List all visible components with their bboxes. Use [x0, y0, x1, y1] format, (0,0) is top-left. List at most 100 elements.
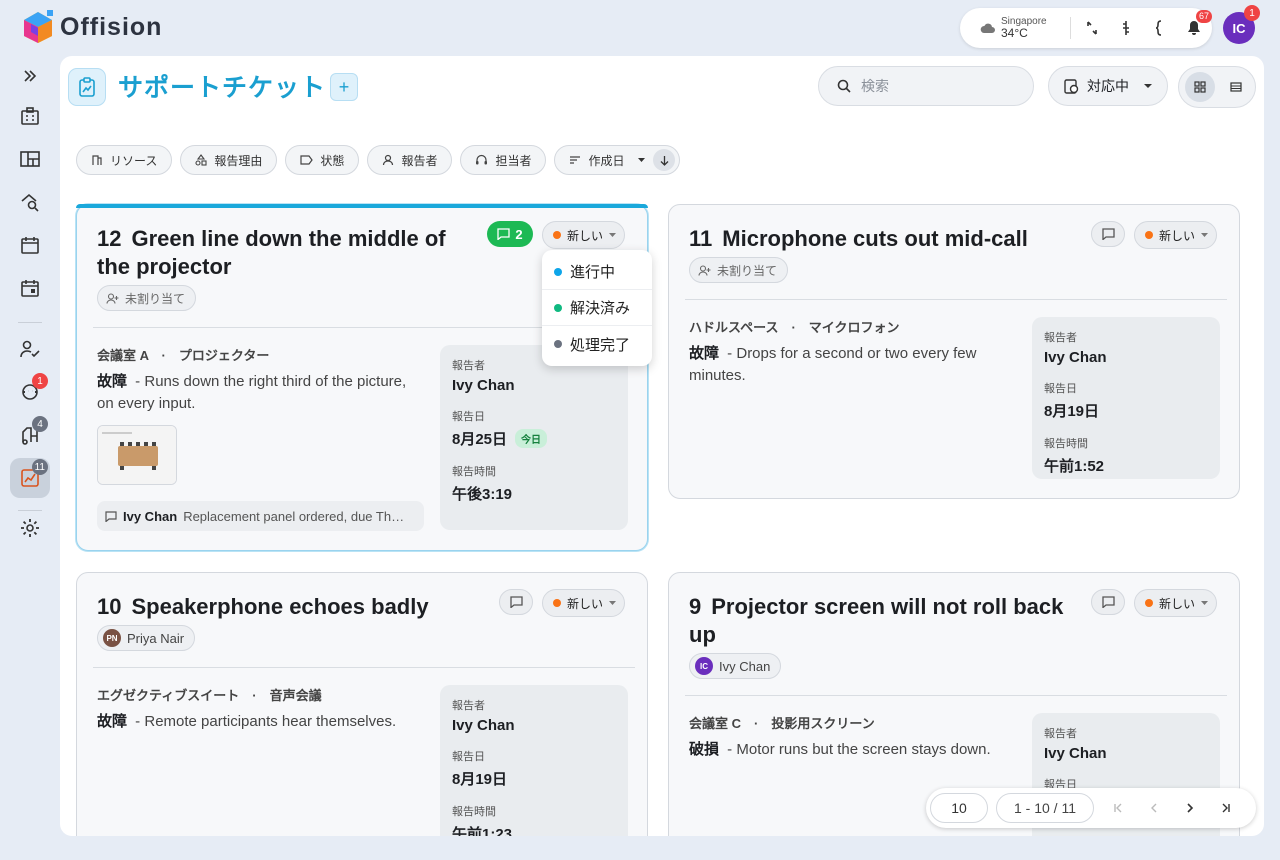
card-divider — [685, 299, 1227, 300]
scan-button[interactable] — [1109, 13, 1143, 43]
floorplan-icon — [20, 151, 40, 167]
ticket-title-text: Microphone cuts out mid-call — [722, 226, 1028, 251]
sidebar-item-support[interactable]: 1 — [10, 372, 50, 412]
grid-view-button[interactable] — [1185, 72, 1215, 102]
fullscreen-button[interactable] — [1075, 13, 1109, 43]
sort-created-date[interactable]: 作成日 — [554, 145, 681, 175]
app-logo[interactable]: Offision — [22, 10, 162, 44]
caret-down-icon — [609, 601, 617, 605]
latest-comment[interactable]: Ivy Chan Replacement panel ordered, due … — [97, 501, 424, 531]
sidebar-item-checkin[interactable] — [10, 329, 50, 369]
status-option-in-progress[interactable]: 進行中 — [542, 254, 652, 290]
person-add-icon — [106, 292, 119, 304]
status-option-resolved[interactable]: 解決済み — [542, 290, 652, 326]
status-filter-value: 対応中 — [1087, 78, 1129, 94]
next-page-button[interactable] — [1172, 793, 1208, 823]
sort-direction-button[interactable] — [653, 149, 676, 171]
comments-button[interactable] — [499, 589, 533, 615]
ticket-number: 12 — [97, 226, 122, 251]
cloud-icon — [980, 23, 995, 33]
status-dropdown-button[interactable]: 新しい — [1134, 589, 1218, 617]
prev-page-button[interactable] — [1136, 793, 1172, 823]
sidebar-item-settings[interactable] — [10, 508, 50, 548]
sidebar-item-search-space[interactable] — [10, 182, 50, 222]
reporter-label: 報告者 — [1044, 332, 1077, 344]
sidebar-expand-button[interactable] — [10, 56, 50, 96]
sidebar-item-floorplan[interactable] — [10, 139, 50, 179]
caret-down-icon — [1144, 84, 1152, 88]
resource-name: マイクロフォン — [808, 320, 900, 335]
card-divider — [685, 695, 1227, 696]
headset-icon — [476, 154, 488, 165]
filter-assignee[interactable]: 担当者 — [460, 145, 547, 175]
ticket-card[interactable]: 11 Microphone cuts out mid-call 新しい 未割り当て… — [668, 204, 1240, 499]
ticket-photo-thumbnail[interactable] — [97, 425, 177, 485]
description-text: Motor runs but the screen stays down. — [736, 741, 991, 758]
ticket-title[interactable]: 11 Microphone cuts out mid-call — [689, 225, 1069, 253]
description-text: Drops for a second or two every few minu… — [689, 345, 977, 384]
assignee-chip[interactable]: IC Ivy Chan — [689, 653, 782, 679]
status-dot — [1145, 599, 1153, 607]
ticket-title-text: Green line down the middle of the projec… — [97, 226, 446, 279]
reporter-name: Ivy Chan — [1044, 745, 1107, 762]
ticket-title[interactable]: 9 Projector screen will not roll back up — [689, 593, 1069, 649]
report-date-row: 8月25日 今日 — [452, 428, 616, 449]
report-time-label: 報告時間 — [452, 466, 496, 478]
ticket-location: 会議室 C · 投影用スクリーン — [689, 716, 875, 731]
assignee-chip[interactable]: PN Priya Nair — [97, 625, 196, 651]
notifications-button[interactable]: 67 — [1177, 10, 1212, 43]
card-divider — [93, 667, 635, 668]
comments-button[interactable] — [1091, 589, 1125, 615]
last-page-icon — [1222, 803, 1230, 813]
ticket-title[interactable]: 12 Green line down the middle of the proj… — [97, 225, 477, 281]
last-page-button[interactable] — [1208, 793, 1244, 823]
sidebar-item-equipment[interactable]: 4 — [10, 415, 50, 455]
filter-reason[interactable]: 報告理由 — [180, 145, 278, 175]
filter-status[interactable]: 状態 — [285, 145, 360, 175]
ticket-title[interactable]: 10 Speakerphone echoes badly — [97, 593, 477, 621]
sidebar-item-buildings[interactable] — [10, 96, 50, 136]
brackets-icon — [1155, 20, 1162, 36]
search-input[interactable] — [861, 78, 1021, 94]
user-avatar[interactable]: IC 1 — [1223, 5, 1260, 44]
arrow-down-icon — [660, 155, 669, 166]
reporter-name: Ivy Chan — [452, 377, 515, 394]
caret-down-icon — [638, 157, 646, 162]
status-filter-select[interactable]: 対応中 — [1048, 66, 1168, 106]
status-dropdown-button[interactable]: 新しい — [542, 221, 626, 249]
sidebar-item-events[interactable] — [10, 268, 50, 308]
comments-button[interactable]: 2 — [487, 221, 533, 247]
list-view-button[interactable] — [1221, 72, 1251, 102]
status-dropdown-button[interactable]: 新しい — [1134, 221, 1218, 249]
resource-name: 投影用スクリーン — [771, 716, 875, 731]
building-icon — [21, 107, 39, 125]
report-date-label: 報告日 — [1044, 383, 1077, 395]
status-dropdown-button[interactable]: 新しい — [542, 589, 626, 617]
page-size-select[interactable]: 10 — [930, 793, 988, 823]
ticket-card[interactable]: 10 Speakerphone echoes badly 新しい PN Priya… — [76, 572, 648, 836]
today-badge: 今日 — [515, 429, 548, 448]
person-check-icon — [20, 340, 40, 358]
caret-down-icon — [1201, 233, 1209, 237]
sidebar-equipment-badge: 4 — [32, 416, 48, 432]
first-page-button[interactable] — [1100, 793, 1136, 823]
ticket-title-text: Projector screen will not roll back up — [689, 594, 1064, 647]
sidebar-item-tickets[interactable]: 11 — [10, 458, 50, 498]
filter-resource[interactable]: リソース — [76, 145, 173, 175]
sort-label: 作成日 — [588, 153, 625, 168]
assignee-chip[interactable]: 未割り当て — [97, 285, 197, 311]
fullscreen-icon — [1087, 21, 1097, 35]
filter-reporter[interactable]: 報告者 — [367, 145, 453, 175]
add-ticket-button[interactable]: + — [330, 73, 358, 101]
list-icon — [1230, 82, 1242, 92]
weather-widget: Singapore 34°C — [980, 17, 1066, 39]
location-name: エグゼクティブスイート — [97, 688, 240, 703]
status-option-closed[interactable]: 処理完了 — [542, 326, 652, 362]
comments-button[interactable] — [1091, 221, 1125, 247]
search-box[interactable] — [818, 66, 1034, 106]
ticket-location: 会議室 A · プロジェクター — [97, 348, 270, 363]
report-date: 8月25日 — [452, 431, 508, 448]
sidebar-item-calendar[interactable] — [10, 225, 50, 265]
code-button[interactable] — [1143, 13, 1177, 43]
assignee-chip[interactable]: 未割り当て — [689, 257, 789, 283]
